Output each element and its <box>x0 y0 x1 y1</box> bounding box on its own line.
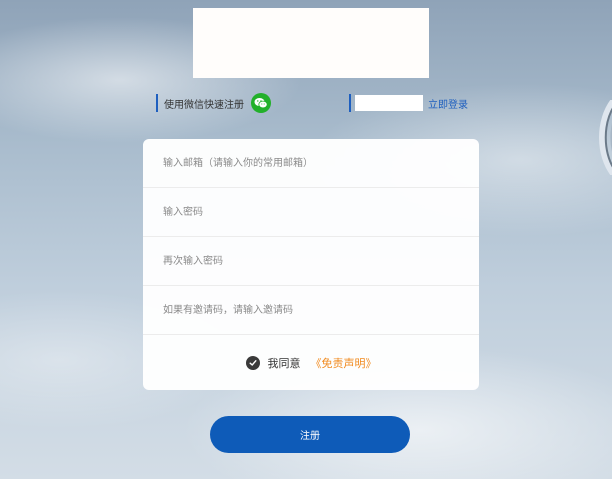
invite-code-input[interactable] <box>161 303 465 317</box>
wechat-quick-register-label: 使用微信快速注册 <box>164 99 244 111</box>
check-icon <box>249 359 256 366</box>
login-prompt-placeholder <box>355 95 423 111</box>
agree-checkbox[interactable] <box>245 355 260 370</box>
invite-code-field-row <box>143 286 479 335</box>
wechat-icon <box>254 98 268 109</box>
password-input[interactable] <box>161 205 465 219</box>
register-form: 我同意 《免责声明》 <box>143 139 479 390</box>
wechat-quick-register: 使用微信快速注册 <box>156 93 271 113</box>
register-button[interactable]: 注册 <box>210 416 410 453</box>
confirm-password-field-row <box>143 237 479 286</box>
confirm-password-input[interactable] <box>161 254 465 268</box>
logo-placeholder <box>193 8 429 78</box>
login-area: 立即登录 <box>349 94 468 112</box>
agreement-row: 我同意 《免责声明》 <box>143 335 479 390</box>
disclaimer-link[interactable]: 《免责声明》 <box>311 355 377 371</box>
agree-label: 我同意 <box>267 356 301 370</box>
register-page: 使用微信快速注册 立即登录 输入邮箱（请输入你的常用邮箱） 如果有邀请码，请输入… <box>0 0 612 479</box>
decorative-ring-image <box>599 100 612 175</box>
password-field-row <box>143 188 479 237</box>
wechat-login-button[interactable] <box>251 93 271 113</box>
email-field-row <box>143 139 479 188</box>
email-input[interactable] <box>161 156 465 170</box>
login-link[interactable]: 立即登录 <box>428 96 468 111</box>
